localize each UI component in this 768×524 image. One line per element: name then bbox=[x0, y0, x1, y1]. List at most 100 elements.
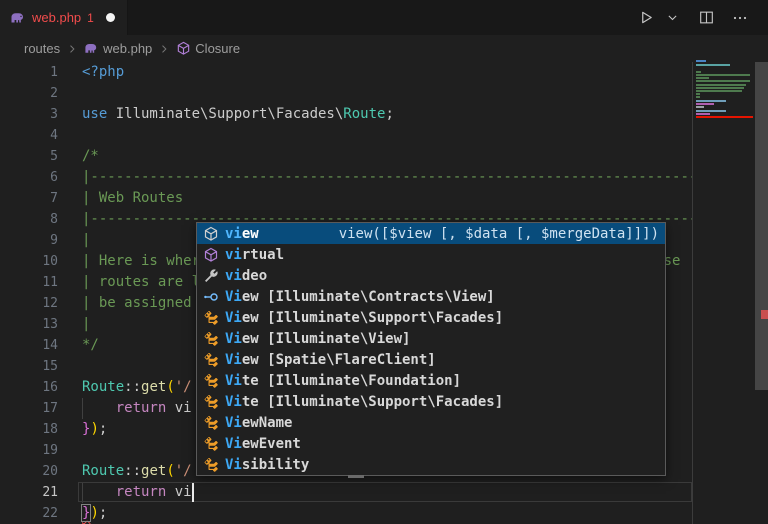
vertical-scrollbar[interactable] bbox=[755, 62, 768, 390]
suggest-item[interactable]: ViewName bbox=[197, 412, 665, 433]
line-number[interactable]: 1 bbox=[0, 62, 58, 83]
minimap-mark bbox=[696, 93, 700, 95]
minimap-mark bbox=[696, 87, 744, 89]
symbol-class-icon bbox=[203, 331, 219, 347]
line-number[interactable]: 3 bbox=[0, 104, 58, 125]
minimap-mark bbox=[696, 90, 742, 92]
minimap-mark bbox=[696, 64, 730, 66]
code-token: | bbox=[82, 316, 90, 332]
line-number[interactable]: 4 bbox=[0, 125, 58, 146]
suggest-item[interactable]: View [Illuminate\Support\Facades] bbox=[197, 307, 665, 328]
code-token: ) bbox=[90, 421, 98, 437]
line-number[interactable]: 18 bbox=[0, 419, 58, 440]
code-token: Route bbox=[82, 379, 124, 395]
line-number[interactable]: 15 bbox=[0, 356, 58, 377]
line-number[interactable]: 21 bbox=[0, 482, 58, 503]
split-editor-button[interactable] bbox=[696, 8, 716, 28]
code-line[interactable]: 2 bbox=[0, 83, 692, 104]
line-number[interactable]: 13 bbox=[0, 314, 58, 335]
code-text: | bbox=[82, 230, 90, 251]
code-token: '/ bbox=[175, 379, 192, 395]
code-line[interactable]: 1 <?php bbox=[0, 62, 692, 83]
suggest-item[interactable]: Vite [Illuminate\Foundation] bbox=[197, 370, 665, 391]
code-line[interactable]: 7| Web Routes bbox=[0, 188, 692, 209]
line-number[interactable]: 7 bbox=[0, 188, 58, 209]
suggest-item[interactable]: Visibility bbox=[197, 454, 665, 475]
line-number[interactable]: 22 bbox=[0, 503, 58, 524]
minimap-mark bbox=[696, 74, 750, 76]
code-line[interactable]: 22}); bbox=[0, 503, 692, 524]
suggest-item[interactable]: View [Illuminate\Contracts\View] bbox=[197, 286, 665, 307]
breadcrumb: routes web.php Closure bbox=[0, 35, 768, 62]
minimap[interactable] bbox=[696, 58, 753, 122]
breadcrumb-item-closure[interactable]: Closure bbox=[176, 41, 240, 56]
code-line[interactable]: 6|--------------------------------------… bbox=[0, 167, 692, 188]
tab-modified-dot[interactable] bbox=[106, 13, 115, 22]
line-number[interactable]: 16 bbox=[0, 377, 58, 398]
suggest-item[interactable]: View [Spatie\FlareClient] bbox=[197, 349, 665, 370]
line-number[interactable]: 2 bbox=[0, 83, 58, 104]
line-number[interactable]: 19 bbox=[0, 440, 58, 461]
line-number[interactable]: 10 bbox=[0, 251, 58, 272]
code-line[interactable]: 5 /* bbox=[0, 146, 692, 167]
line-number[interactable]: 12 bbox=[0, 293, 58, 314]
code-token: <?php bbox=[82, 64, 124, 80]
suggest-item[interactable]: viewview([$view [, $data [, $mergeData]]… bbox=[197, 223, 665, 244]
suggest-item[interactable]: Vite [Illuminate\Support\Facades] bbox=[197, 391, 665, 412]
suggest-label: Vite [Illuminate\Foundation] bbox=[225, 373, 461, 389]
code-text: use Illuminate\Support\Facades\Route; bbox=[82, 104, 394, 125]
symbol-namespace-icon bbox=[176, 41, 191, 56]
code-text: Route::get('/ bbox=[82, 377, 192, 398]
breadcrumb-item-web-php[interactable]: web.php bbox=[84, 41, 152, 56]
chevron-right-icon bbox=[158, 43, 170, 55]
overview-ruler-error-mark bbox=[761, 310, 768, 319]
code-token: get bbox=[141, 463, 166, 479]
symbol-class-icon bbox=[203, 310, 219, 326]
suggest-item[interactable]: View [Illuminate\View] bbox=[197, 328, 665, 349]
code-token: /* bbox=[82, 148, 99, 164]
symbol-class-icon bbox=[203, 352, 219, 368]
code-token: ; bbox=[99, 505, 107, 521]
code-line[interactable]: 4 bbox=[0, 125, 692, 146]
chevron-right-icon bbox=[66, 43, 78, 55]
suggest-item[interactable]: ViewEvent bbox=[197, 433, 665, 454]
tab-web-php[interactable]: web.php 1 bbox=[0, 0, 128, 35]
suggest-label: View [Illuminate\Support\Facades] bbox=[225, 310, 503, 326]
run-button[interactable] bbox=[636, 8, 656, 28]
minimap-mark bbox=[696, 106, 704, 108]
line-number[interactable]: 6 bbox=[0, 167, 58, 188]
minimap-mark bbox=[696, 96, 700, 98]
minimap-mark bbox=[696, 84, 746, 86]
line-number[interactable]: 11 bbox=[0, 272, 58, 293]
line-number[interactable]: 8 bbox=[0, 209, 58, 230]
suggest-label: Visibility bbox=[225, 457, 309, 473]
php-icon bbox=[84, 41, 99, 56]
code-line[interactable]: 3 use Illuminate\Support\Facades\Route; bbox=[0, 104, 692, 125]
minimap-mark bbox=[696, 110, 726, 112]
minimap-mark bbox=[696, 80, 750, 82]
suggest-label: Vite [Illuminate\Support\Facades] bbox=[225, 394, 503, 410]
breadcrumb-item-routes[interactable]: routes bbox=[24, 41, 60, 56]
code-token: | bbox=[82, 232, 90, 248]
line-number[interactable]: 14 bbox=[0, 335, 58, 356]
symbol-class-icon bbox=[203, 415, 219, 431]
suggest-item[interactable]: video bbox=[197, 265, 665, 286]
suggest-resize-handle[interactable] bbox=[348, 475, 364, 478]
code-token: ; bbox=[385, 106, 393, 122]
line-number[interactable]: 9 bbox=[0, 230, 58, 251]
minimap-mark bbox=[696, 100, 726, 102]
line-number[interactable]: 17 bbox=[0, 398, 58, 419]
code-token: Illuminate\Support\Facades\ bbox=[116, 106, 344, 122]
code-token: return bbox=[116, 400, 167, 416]
suggest-label: ViewName bbox=[225, 415, 292, 431]
breadcrumb-label: Closure bbox=[195, 41, 240, 56]
editor-pane[interactable]: 1 <?php 23 use Illuminate\Support\Facades\R… bbox=[0, 62, 768, 524]
suggest-label: ViewEvent bbox=[225, 436, 301, 452]
run-dropdown-chevron-icon[interactable] bbox=[662, 8, 682, 28]
php-icon bbox=[10, 10, 26, 26]
more-actions-button[interactable] bbox=[730, 8, 750, 28]
suggest-item[interactable]: virtual bbox=[197, 244, 665, 265]
line-number[interactable]: 5 bbox=[0, 146, 58, 167]
code-text: }); bbox=[82, 419, 107, 440]
line-number[interactable]: 20 bbox=[0, 461, 58, 482]
